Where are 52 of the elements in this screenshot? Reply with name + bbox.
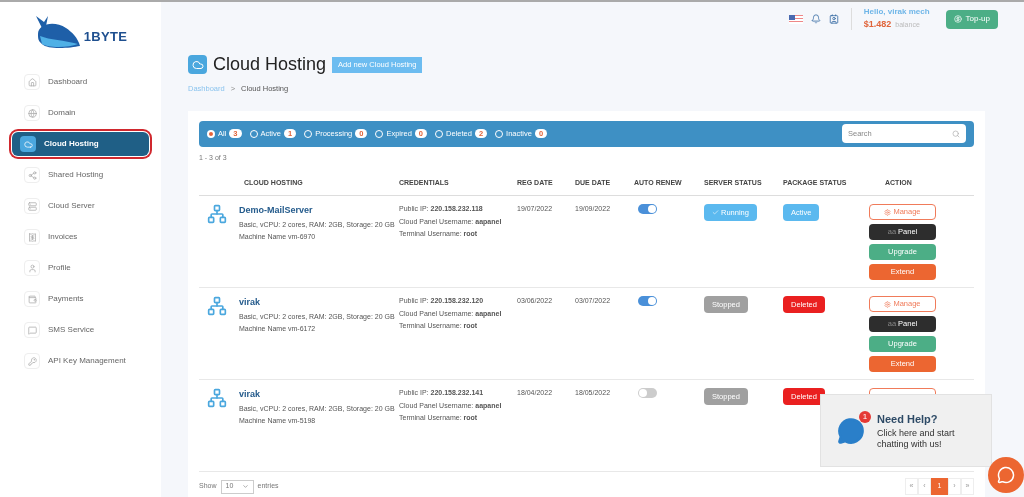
- caret-icon: [241, 483, 249, 490]
- auto-renew-toggle[interactable]: [638, 388, 657, 398]
- logo-text: 1BYTE: [83, 27, 128, 46]
- help-popup[interactable]: 1 Need Help? Click here and start chatting with us!: [820, 394, 992, 467]
- cloud-network-icon: [207, 388, 227, 408]
- menu-icon: [24, 74, 40, 90]
- dollar-icon: [953, 15, 962, 24]
- sidebar-item[interactable]: API Key Management: [12, 349, 149, 373]
- sidebar-item[interactable]: Profile: [12, 256, 149, 280]
- sidebar-item[interactable]: Shared Hosting: [12, 163, 149, 187]
- chat-button[interactable]: [988, 457, 1024, 493]
- menu-icon: [24, 322, 40, 338]
- us-flag-icon[interactable]: [788, 14, 803, 24]
- menu-icon: [24, 229, 40, 245]
- notification-bell-icon[interactable]: [810, 14, 821, 25]
- notification-badge: 1: [859, 410, 871, 423]
- check-icon: [712, 209, 719, 217]
- sidebar-item[interactable]: Dashboard: [12, 70, 149, 94]
- sidebar-item[interactable]: Cloud Hosting: [12, 132, 149, 156]
- menu-icon: [20, 136, 36, 152]
- greeting: Hello, virak mech: [863, 6, 930, 19]
- help-title: Need Help?: [877, 412, 939, 428]
- page-title: Cloud Hosting: [213, 53, 327, 77]
- menu-icon: [24, 198, 40, 214]
- hosting-name[interactable]: Demo-MailServer: [239, 204, 395, 218]
- topup-button[interactable]: Top-up: [945, 9, 998, 29]
- sidebar-item[interactable]: SMS Service: [12, 318, 149, 342]
- menu-icon: [24, 260, 40, 276]
- search-icon[interactable]: [952, 129, 960, 138]
- menu-icon: [24, 105, 40, 121]
- menu-icon: [24, 353, 40, 369]
- gear-icon: [884, 208, 892, 216]
- menu-icon: [24, 167, 40, 183]
- sidebar-item[interactable]: Domain: [12, 101, 149, 125]
- whale-icon: [33, 14, 82, 50]
- contact-icon[interactable]: [828, 14, 839, 25]
- cloud-hosting-icon: [188, 55, 207, 75]
- auto-renew-toggle[interactable]: [638, 204, 657, 214]
- help-text: Click here and start chatting with us!: [877, 427, 956, 450]
- cloud-network-icon: [207, 296, 227, 316]
- balance-amount: $1.482: [863, 18, 892, 32]
- auto-renew-toggle[interactable]: [638, 296, 657, 306]
- chat-bubble-icon: [837, 416, 865, 445]
- sidebar-item[interactable]: Invoices: [12, 225, 149, 249]
- hosting-name[interactable]: virak: [239, 388, 395, 402]
- chat-icon: [997, 466, 1015, 484]
- menu-icon: [24, 291, 40, 307]
- gear-icon: [884, 300, 892, 308]
- hosting-name[interactable]: virak: [239, 296, 395, 310]
- cloud-network-icon: [207, 204, 227, 224]
- sidebar-item[interactable]: Cloud Server: [12, 194, 149, 218]
- sidebar-item[interactable]: Payments: [12, 287, 149, 311]
